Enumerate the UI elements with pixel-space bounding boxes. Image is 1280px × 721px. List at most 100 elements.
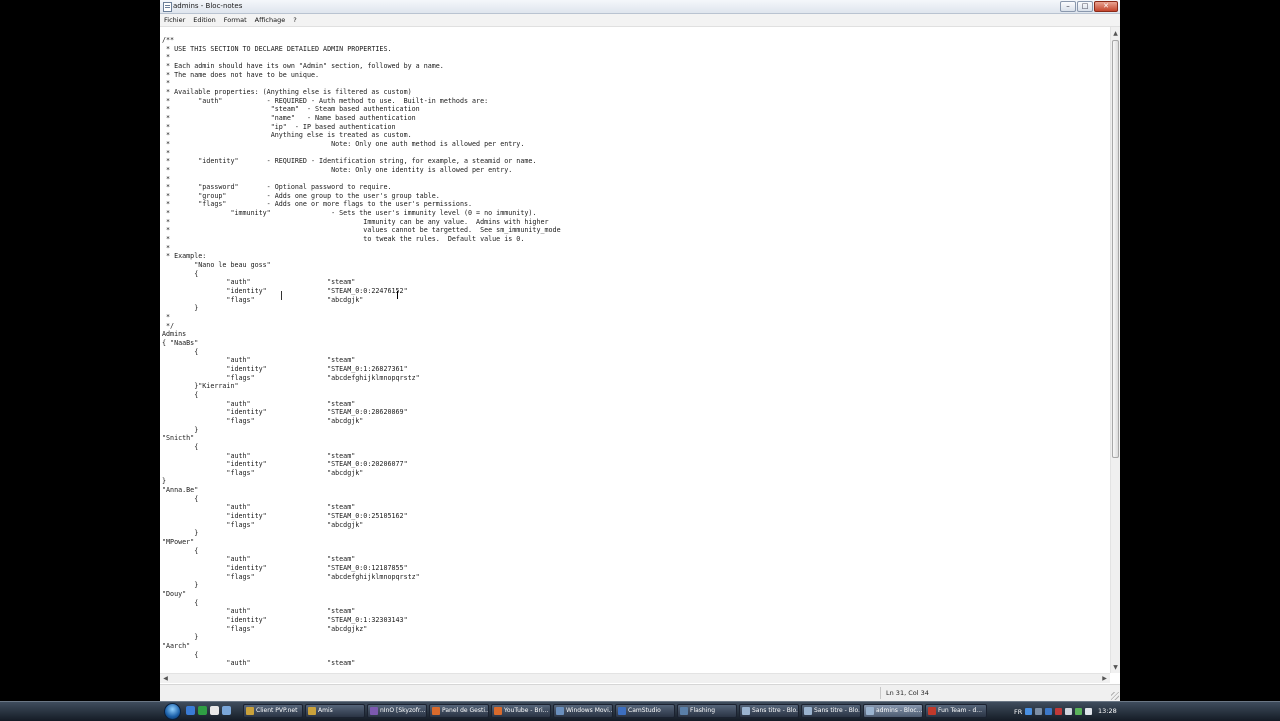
taskbar-button[interactable]: Sans titre - Blo... (739, 704, 799, 718)
text-line[interactable]: "flags" "abcdefghijklmnopqrstz" (162, 573, 419, 581)
switch-windows-icon[interactable] (222, 706, 231, 715)
text-line[interactable]: "flags" "abcdgjk" (162, 417, 363, 425)
display-icon[interactable] (1065, 708, 1073, 715)
minimize-button[interactable]: – (1060, 1, 1076, 12)
taskbar-button[interactable]: Windows Movi... (553, 704, 613, 718)
text-line[interactable]: * Example: (162, 252, 206, 260)
text-line[interactable]: * "steam" - Steam based authentication (162, 105, 420, 113)
text-line[interactable]: } (162, 477, 166, 485)
text-line[interactable]: "auth" "steam" (162, 356, 355, 364)
scroll-down-icon[interactable]: ▼ (1111, 663, 1120, 672)
text-line[interactable]: "Douy" (162, 590, 186, 598)
text-line[interactable]: * "group" - Adds one group to the user's… (162, 192, 440, 200)
text-line[interactable]: } (162, 426, 198, 434)
text-line[interactable]: "identity" "STEAM_0:0:28620869" (162, 408, 407, 416)
text-line[interactable]: } (162, 633, 198, 641)
menu-format[interactable]: Format (220, 14, 251, 26)
text-line[interactable]: "Anna.Be" (162, 486, 198, 494)
bluetooth-icon[interactable] (1035, 708, 1043, 715)
text-line[interactable]: * "flags" - Adds one or more flags to th… (162, 200, 472, 208)
text-line[interactable]: "identity" "STEAM_0:0:20206077" (162, 460, 407, 468)
text-line[interactable]: "flags" "abcdgjk" (162, 296, 363, 304)
taskbar-button[interactable]: admins - Bloc... (863, 704, 923, 718)
text-line[interactable]: * (162, 313, 170, 321)
text-line[interactable]: "auth" "steam" (162, 659, 355, 667)
text-line[interactable]: * (162, 53, 170, 61)
horizontal-scrollbar[interactable]: ◀ ▶ (160, 673, 1110, 683)
menu-edit[interactable]: Edition (189, 14, 220, 26)
menu-help[interactable]: ? (289, 14, 300, 26)
text-line[interactable]: * "password" - Optional password to requ… (162, 183, 391, 191)
text-line[interactable]: "auth" "steam" (162, 400, 355, 408)
text-line[interactable]: { (162, 270, 198, 278)
text-line[interactable]: "flags" "abcdgjk" (162, 521, 363, 529)
text-line[interactable]: * Available properties: (Anything else i… (162, 88, 412, 96)
taskbar-button[interactable]: Fun Team - d... (925, 704, 987, 718)
scroll-left-icon[interactable]: ◀ (161, 674, 170, 683)
text-line[interactable]: * Immunity can be any value. Admins with… (162, 218, 549, 226)
browser-icon[interactable] (198, 706, 207, 715)
help-icon[interactable] (1025, 708, 1033, 715)
text-line[interactable]: "Nano le beau goss" (162, 261, 271, 269)
text-line[interactable]: * "ip" - IP based authentication (162, 123, 396, 131)
text-line[interactable]: * Note: Only one identity is allowed per… (162, 166, 512, 174)
text-line[interactable]: * Note: Only one auth method is allowed … (162, 140, 524, 148)
taskbar-button[interactable]: Sans titre - Blo... (801, 704, 861, 718)
text-line[interactable]: "auth" "steam" (162, 452, 355, 460)
text-line[interactable]: { (162, 391, 198, 399)
text-line[interactable]: "identity" "STEAM_0:1:32303143" (162, 616, 407, 624)
power-icon[interactable] (1075, 708, 1083, 715)
text-line[interactable]: { "NaaBs" (162, 339, 198, 347)
maximize-button[interactable]: □ (1077, 1, 1093, 12)
taskbar-button[interactable]: Client PVP.net (243, 704, 303, 718)
clock[interactable]: 13:28 (1098, 706, 1117, 717)
text-line[interactable]: } (162, 304, 198, 312)
text-line[interactable]: * USE THIS SECTION TO DECLARE DETAILED A… (162, 45, 391, 53)
menu-view[interactable]: Affichage (251, 14, 290, 26)
text-line[interactable]: "MPower" (162, 538, 194, 546)
text-line[interactable]: * The name does not have to be unique. (162, 71, 319, 79)
taskbar-button[interactable]: CamStudio (615, 704, 675, 718)
text-line[interactable]: */ (162, 322, 174, 330)
start-button[interactable] (164, 703, 181, 720)
text-line[interactable]: * (162, 244, 170, 252)
taskbar-button[interactable]: Panel de Gesti... (429, 704, 489, 718)
resize-grip-icon[interactable] (1111, 692, 1119, 700)
taskbar-button[interactable]: Amis (305, 704, 365, 718)
text-line[interactable]: "Snicth" (162, 434, 194, 442)
text-line[interactable]: "flags" "abcdgjk" (162, 469, 363, 477)
text-line[interactable]: { (162, 348, 198, 356)
text-line[interactable]: } (162, 581, 198, 589)
menu-file[interactable]: Fichier (160, 14, 189, 26)
text-line[interactable]: * (162, 79, 170, 87)
taskbar-button[interactable]: YouTube - Bri... (491, 704, 551, 718)
close-button[interactable]: ✕ (1094, 1, 1118, 12)
show-desktop-icon[interactable] (210, 706, 219, 715)
text-line[interactable]: "auth" "steam" (162, 503, 355, 511)
text-line[interactable]: "identity" "STEAM_0:0:12187855" (162, 564, 407, 572)
text-line[interactable]: "auth" "steam" (162, 555, 355, 563)
text-line[interactable]: * "auth" - REQUIRED - Auth method to use… (162, 97, 488, 105)
text-line[interactable]: { (162, 599, 198, 607)
text-line[interactable]: "auth" "steam" (162, 607, 355, 615)
text-line[interactable]: } (162, 529, 198, 537)
volume-icon[interactable] (1085, 708, 1093, 715)
editor-content[interactable]: /** * USE THIS SECTION TO DECLARE DETAIL… (160, 27, 1110, 668)
text-line[interactable]: "flags" "abcdgjkz" (162, 625, 367, 633)
text-line[interactable]: "auth" "steam" (162, 278, 355, 286)
language-indicator[interactable]: FR (1014, 708, 1022, 716)
text-line[interactable]: * "name" - Name based authentication (162, 114, 416, 122)
text-line[interactable]: Admins (162, 330, 186, 338)
text-line[interactable]: { (162, 651, 198, 659)
text-line[interactable]: "identity" "STEAM_0:1:26827361" (162, 365, 407, 373)
scroll-up-icon[interactable]: ▲ (1111, 29, 1120, 38)
text-line[interactable]: * "immunity" - Sets the user's immunity … (162, 209, 536, 217)
text-line[interactable]: { (162, 495, 198, 503)
text-line[interactable]: "flags" "abcdefghijklmnopqrstz" (162, 374, 419, 382)
text-line[interactable]: }"Kierrain" (162, 382, 238, 390)
text-line[interactable]: /** (162, 36, 174, 44)
text-line[interactable]: "Aarch" (162, 642, 190, 650)
vertical-scrollbar[interactable]: ▲ ▼ (1110, 27, 1120, 673)
text-line[interactable]: "identity" "STEAM_0:0:25105162" (162, 512, 407, 520)
text-line[interactable]: * (162, 175, 170, 183)
